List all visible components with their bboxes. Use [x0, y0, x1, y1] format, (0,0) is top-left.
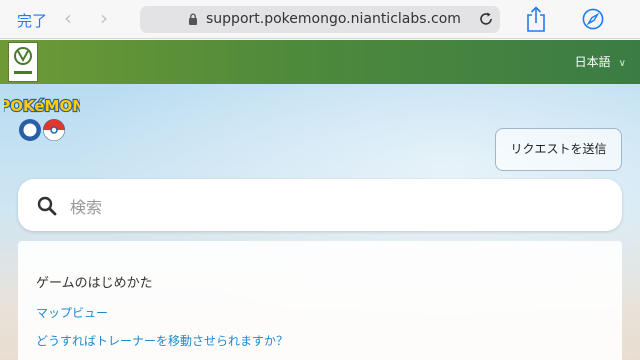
search-icon: [37, 196, 57, 216]
language-select[interactable]: 日本語 ∨: [575, 53, 626, 70]
reload-icon[interactable]: [478, 11, 494, 27]
chevron-right-icon[interactable]: ›: [100, 8, 108, 28]
svg-text:POKéMON: POKéMON: [4, 97, 80, 115]
hero-section: POKéMON リクエストを送信 検索 ゲームのはじめかた マップビュー どうす…: [0, 84, 640, 360]
search-placeholder: 検索: [70, 198, 103, 217]
submit-request-button[interactable]: リクエストを送信: [495, 128, 622, 171]
done-button[interactable]: 完了: [17, 10, 47, 31]
browser-toolbar: 完了 ‹ › support.pokemongo.nianticlabs.com: [0, 0, 640, 39]
faq-link-move-trainer[interactable]: どうすればトレーナーを移動させられますか？: [36, 332, 288, 349]
chevron-left-icon[interactable]: ‹: [64, 8, 72, 28]
chevron-down-icon: ∨: [618, 58, 626, 69]
site-header: 日本語 ∨: [0, 40, 640, 84]
search-input[interactable]: 検索: [18, 179, 622, 231]
lock-icon: [189, 13, 197, 25]
pokemon-go-logo[interactable]: POKéMON: [4, 92, 80, 148]
faq-heading: ゲームのはじめかた: [36, 276, 153, 291]
niantic-logo-icon[interactable]: [8, 42, 38, 82]
url-text: support.pokemongo.nianticlabs.com: [206, 11, 461, 27]
language-label: 日本語: [574, 55, 611, 69]
faq-link-map-view[interactable]: マップビュー: [36, 304, 108, 321]
faq-section: ゲームのはじめかた マップビュー どうすればトレーナーを移動させられますか？: [18, 241, 622, 360]
compass-icon[interactable]: [582, 8, 604, 30]
share-icon[interactable]: [525, 6, 547, 32]
address-bar[interactable]: support.pokemongo.nianticlabs.com: [140, 6, 500, 33]
